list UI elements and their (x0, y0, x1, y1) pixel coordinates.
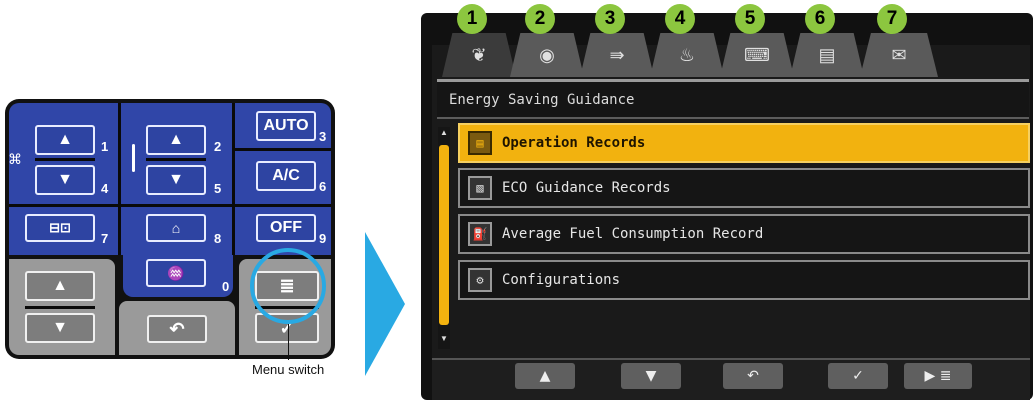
defrost-icon: ♒ (167, 264, 185, 281)
softkey-down-button[interactable]: ▼ (621, 363, 681, 389)
off-button[interactable]: OFF (256, 214, 316, 242)
menu-item-average-fuel-consumption-record[interactable]: ⛽ Average Fuel Consumption Record (458, 214, 1030, 254)
key-number: 0 (222, 279, 230, 294)
temp-down-button[interactable]: ▼ (146, 165, 206, 195)
screen-up-button[interactable]: ▲ (25, 271, 95, 301)
menu-item-operation-records[interactable]: ▤ Operation Records (458, 123, 1030, 163)
menu-icon: ▤ (818, 44, 836, 65)
key-number: 8 (214, 231, 222, 246)
tab-5[interactable]: ⌨ (720, 33, 794, 77)
divider (232, 103, 235, 255)
tab-3[interactable]: ⇛ (580, 33, 654, 77)
tab-2[interactable]: ◉ (510, 33, 584, 77)
tab-number-badge: 5 (735, 4, 765, 34)
menu-item-label: Operation Records (502, 135, 646, 151)
fan-down-button[interactable]: ▼ (35, 165, 95, 195)
tab-number-badge: 6 (805, 4, 835, 34)
mail-icon: ✉ (891, 44, 907, 65)
key-number: 4 (101, 181, 109, 196)
menu-item-label: Average Fuel Consumption Record (502, 226, 764, 242)
key-number: 3 (319, 129, 327, 144)
key-number: 2 (214, 139, 222, 154)
tab-1[interactable]: ❦ (442, 33, 516, 77)
defrost-button[interactable]: ♒ (146, 259, 206, 287)
ac-button[interactable]: A/C (256, 161, 316, 191)
scrollbar-thumb[interactable] (439, 145, 449, 325)
menu-switch-label: Menu switch (252, 362, 325, 377)
screen-down-button[interactable]: ▼ (25, 313, 95, 343)
divider (9, 204, 331, 207)
leaf-icon: ❦ (471, 44, 487, 65)
rocker-divider (146, 158, 206, 161)
fan-icon: ⌘ (8, 151, 22, 167)
scroll-up-arrow-icon[interactable]: ▲ (440, 128, 448, 137)
settings-icon: ⚙ (468, 268, 492, 292)
thermometer-icon (132, 144, 135, 172)
back-button[interactable]: ↶ (147, 315, 207, 343)
recirculation-icon: ⊟⊡ (49, 220, 71, 235)
air-mode-button[interactable]: ⊟⊡ (25, 214, 95, 242)
scroll-down-arrow-icon[interactable]: ▼ (440, 334, 448, 343)
softkey-menu-button[interactable]: ▶ ≣ (904, 363, 972, 389)
auto-button[interactable]: AUTO (256, 111, 316, 141)
tab-number-badge: 3 (595, 4, 625, 34)
fuel-arrow-icon: ⇛ (609, 44, 625, 65)
rocker-divider (25, 306, 95, 309)
tab-number-badge: 1 (457, 4, 487, 34)
softkey-back-button[interactable]: ↶ (723, 363, 783, 389)
tab-number-badge: 2 (525, 4, 555, 34)
menu-switch-highlight-circle (250, 248, 326, 324)
divider (233, 148, 331, 151)
driver-icon: ♨ (678, 44, 696, 65)
eco-records-icon: ▧ (468, 176, 492, 200)
menu-item-configurations[interactable]: ⚙ Configurations (458, 260, 1030, 300)
key-number: 9 (319, 231, 327, 246)
fan-up-button[interactable]: ▲ (35, 125, 95, 155)
tab-4[interactable]: ♨ (650, 33, 724, 77)
callout-line (288, 324, 289, 360)
tab-7[interactable]: ✉ (860, 33, 938, 77)
softkey-up-button[interactable]: ▲ (515, 363, 575, 389)
page-title: Energy Saving Guidance (437, 79, 1029, 119)
tab-number-badge: 4 (665, 4, 695, 34)
tab-6[interactable]: ▤ (790, 33, 864, 77)
temp-up-button[interactable]: ▲ (146, 125, 206, 155)
gauge-icon: ◉ (539, 44, 555, 65)
key-number: 7 (101, 231, 109, 246)
key-number: 5 (214, 181, 222, 196)
key-number: 6 (319, 179, 327, 194)
right-arrow-indicator (365, 232, 405, 376)
tab-number-badge: 7 (877, 4, 907, 34)
key-number: 1 (101, 139, 109, 154)
divider (118, 103, 121, 255)
airflow-seat-icon: ⌂ (171, 220, 181, 236)
car-icon: ⌨ (744, 44, 770, 65)
menu-item-eco-guidance-records[interactable]: ▧ ECO Guidance Records (458, 168, 1030, 208)
menu-item-label: ECO Guidance Records (502, 180, 671, 196)
fuel-record-icon: ⛽ (468, 222, 492, 246)
records-icon: ▤ (468, 131, 492, 155)
rocker-divider (35, 158, 95, 161)
softkey-enter-button[interactable]: ✓ (828, 363, 888, 389)
airflow-direction-button[interactable]: ⌂ (146, 214, 206, 242)
menu-item-label: Configurations (502, 272, 621, 288)
